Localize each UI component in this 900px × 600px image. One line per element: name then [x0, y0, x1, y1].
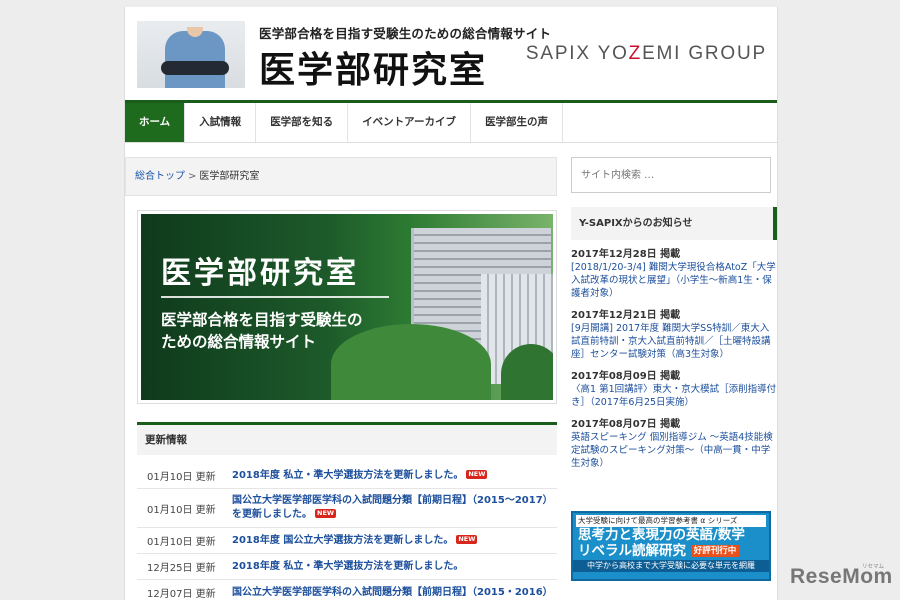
hero-banner[interactable]: 医学部研究室 医学部合格を目指す受験生の ための総合情報サイト [137, 210, 557, 404]
news-item: 2017年12月28日 掲載 [2018/1/20-3/4] 難関大学現役合格A… [571, 248, 777, 300]
news-link[interactable]: [9月開講] 2017年度 難関大学SS特訓／東大入試直前特訓・京大入試直前特訓… [571, 322, 777, 361]
breadcrumb-current: 医学部研究室 [199, 171, 260, 182]
updates-heading: 更新情報 [137, 422, 557, 455]
nav-student-voices[interactable]: 医学部生の声 [471, 103, 564, 142]
update-link[interactable]: 2018年度 国公立大学選抜方法を更新しました。 NEW [232, 534, 478, 548]
doctor-arms-shape [161, 61, 229, 75]
ad-headline-line2: リベラル読解研究 [578, 543, 686, 559]
nav-about-medical-school[interactable]: 医学部を知る [256, 103, 349, 142]
site-header: 医学部合格を目指す受験生のための総合情報サイト 医学部研究室 SAPIX YOZ… [125, 7, 777, 102]
new-badge: NEW [456, 534, 478, 544]
update-link-text: 国公立大学医学部医学科の入試問題分類【前期日程】（2015〜2017）を更新しま… [232, 495, 553, 520]
update-date: 01月10日 更新 [147, 472, 216, 483]
hero-divider [161, 296, 389, 298]
update-link[interactable]: 国公立大学医学部医学科の入試問題分類【前期日程】（2015〜2017）を更新しま… [232, 494, 557, 522]
update-link[interactable]: 国公立大学医学部医学科の入試問題分類【前期日程】（2015・2016） [232, 586, 553, 600]
update-date: 01月10日 更新 [147, 504, 216, 516]
header-doctor-photo [137, 21, 245, 88]
news-date: 2017年08月07日 掲載 [571, 419, 681, 430]
site-title[interactable]: 医学部研究室 [259, 41, 487, 93]
news-heading: Y-SAPIXからのお知らせ [571, 207, 777, 240]
ad-headline-line2-wrap: リベラル読解研究 好評刊行中 [573, 543, 769, 559]
update-link[interactable]: 2018年度 私立・準大学選抜方法を更新しました。 NEW [232, 469, 488, 483]
brand-z: Z [628, 43, 643, 64]
update-date: 01月10日 更新 [147, 537, 216, 548]
resemom-watermark-sub: リセマム [862, 564, 885, 570]
brand-suffix: EMI GROUP [642, 43, 767, 64]
ad-badge: 好評刊行中 [690, 545, 740, 557]
update-row: 01月10日 更新 2018年度 国公立大学選抜方法を更新しました。 NEW [137, 528, 557, 554]
site-search-input[interactable] [571, 157, 771, 193]
doctor-scrubs-shape [165, 31, 225, 88]
news-date: 2017年12月21日 掲載 [571, 310, 681, 321]
news-link[interactable]: 〈高1 第1回講評〉東大・京大模試［添削指導付き］（2017年6月25日実施） [571, 383, 777, 409]
ad-top-text: 大学受験に向けて最高の学習参考書 α シリーズ [576, 515, 766, 527]
hero-subtitle-line1: 医学部合格を目指す受験生の [161, 311, 363, 329]
brand-logo[interactable]: SAPIX YOZEMI GROUP [526, 43, 767, 65]
trees-shape-2 [501, 344, 553, 400]
main-nav: ホーム 入試情報 医学部を知る イベントアーカイブ 医学部生の声 [125, 100, 777, 143]
new-badge: NEW [466, 469, 488, 479]
news-link[interactable]: [2018/1/20-3/4] 難関大学現役合格AtoZ「大学入試改革の現状と展… [571, 261, 777, 300]
update-row: 01月10日 更新 2018年度 私立・準大学選抜方法を更新しました。 NEW [137, 463, 557, 489]
update-link[interactable]: 2018年度 私立・準大学選抜方法を更新しました。 [232, 560, 463, 574]
news-item: 2017年08月09日 掲載 〈高1 第1回講評〉東大・京大模試［添削指導付き］… [571, 370, 777, 409]
hero-title: 医学部研究室 [161, 256, 359, 291]
hero-subtitle-line2: ための総合情報サイト [161, 333, 317, 351]
news-item: 2017年12月21日 掲載 [9月開講] 2017年度 難関大学SS特訓／東大… [571, 309, 777, 361]
news-list: 2017年12月28日 掲載 [2018/1/20-3/4] 難関大学現役合格A… [571, 248, 777, 479]
new-badge: NEW [315, 509, 337, 518]
updates-list: 01月10日 更新 2018年度 私立・準大学選抜方法を更新しました。 NEW 0… [137, 463, 557, 600]
update-date: 12月25日 更新 [147, 563, 216, 574]
page: 医学部合格を目指す受験生のための総合情報サイト 医学部研究室 SAPIX YOZ… [124, 7, 778, 600]
news-date: 2017年08月09日 掲載 [571, 371, 681, 382]
update-link-text: 2018年度 国公立大学選抜方法を更新しました。 [232, 534, 454, 546]
update-link-text: 国公立大学医学部医学科の入試問題分類【前期日程】（2015・2016） [232, 586, 553, 598]
nav-event-archive[interactable]: イベントアーカイブ [348, 103, 472, 142]
update-row: 12月07日 更新 国公立大学医学部医学科の入試問題分類【前期日程】（2015・… [137, 580, 557, 600]
breadcrumb-home-link[interactable]: 総合トップ [135, 171, 185, 182]
update-row: 01月10日 更新 国公立大学医学部医学科の入試問題分類【前期日程】（2015〜… [137, 489, 557, 528]
hero-image: 医学部研究室 医学部合格を目指す受験生の ための総合情報サイト [141, 214, 553, 400]
news-date: 2017年12月28日 掲載 [571, 249, 681, 260]
brand-prefix: SAPIX YO [525, 43, 629, 64]
breadcrumb-separator: > [188, 171, 197, 182]
nav-home[interactable]: ホーム [125, 103, 186, 142]
update-link-text: 2018年度 私立・準大学選抜方法を更新しました。 [232, 469, 464, 481]
breadcrumb: 総合トップ > 医学部研究室 [125, 157, 557, 196]
news-link[interactable]: 英語スピーキング 個別指導ジム ～英語4技能検定試験のスピーキング対策～（中高一… [571, 431, 777, 470]
update-row: 12月25日 更新 2018年度 私立・準大学選抜方法を更新しました。 [137, 554, 557, 580]
update-date: 12月07日 更新 [147, 589, 216, 600]
ad-headline-line1: 思考力と表現力の英語/数学 [578, 527, 745, 543]
nav-admission-info[interactable]: 入試情報 [185, 103, 257, 142]
news-item: 2017年08月07日 掲載 英語スピーキング 個別指導ジム ～英語4技能検定試… [571, 418, 777, 470]
book-series-ad-banner[interactable]: 大学受験に向けて最高の学習参考書 α シリーズ 思考力と表現力の英語/数学 リベ… [571, 511, 771, 581]
ad-bottom-text: 中学から高校まで大学受験に必要な単元を網羅 [573, 560, 769, 572]
site-tagline: 医学部合格を目指す受験生のための総合情報サイト [259, 26, 552, 41]
update-link-text: 2018年度 私立・準大学選抜方法を更新しました。 [232, 560, 464, 572]
